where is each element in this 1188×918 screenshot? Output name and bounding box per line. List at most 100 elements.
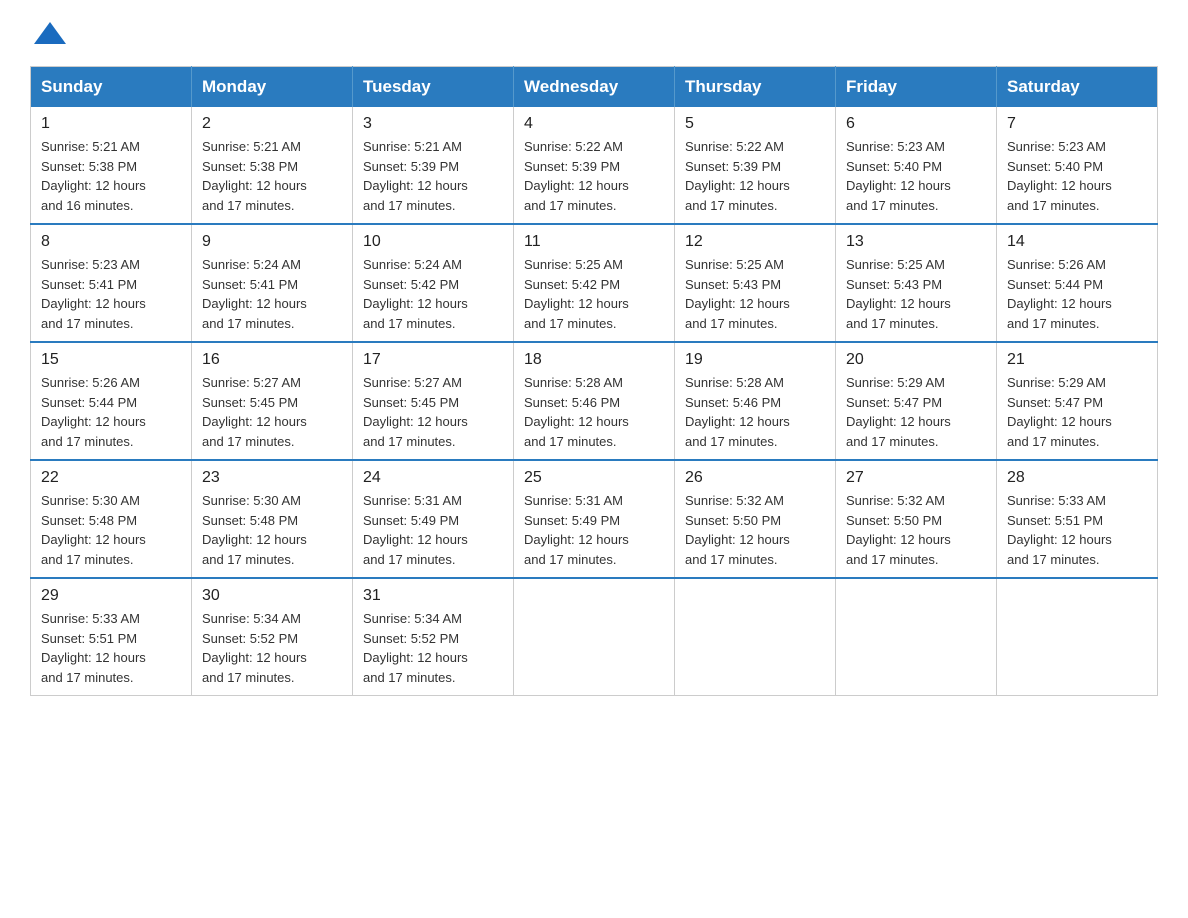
day-number: 12 [685, 233, 825, 251]
calendar-table: SundayMondayTuesdayWednesdayThursdayFrid… [30, 66, 1158, 696]
calendar-cell: 8 Sunrise: 5:23 AM Sunset: 5:41 PM Dayli… [31, 224, 192, 342]
day-number: 7 [1007, 115, 1147, 133]
day-number: 2 [202, 115, 342, 133]
day-info: Sunrise: 5:29 AM Sunset: 5:47 PM Dayligh… [846, 373, 986, 451]
calendar-cell [836, 578, 997, 696]
day-info: Sunrise: 5:25 AM Sunset: 5:43 PM Dayligh… [685, 255, 825, 333]
calendar-cell: 22 Sunrise: 5:30 AM Sunset: 5:48 PM Dayl… [31, 460, 192, 578]
day-info: Sunrise: 5:28 AM Sunset: 5:46 PM Dayligh… [524, 373, 664, 451]
day-info: Sunrise: 5:22 AM Sunset: 5:39 PM Dayligh… [685, 137, 825, 215]
day-number: 18 [524, 351, 664, 369]
day-number: 19 [685, 351, 825, 369]
day-info: Sunrise: 5:26 AM Sunset: 5:44 PM Dayligh… [41, 373, 181, 451]
day-info: Sunrise: 5:25 AM Sunset: 5:43 PM Dayligh… [846, 255, 986, 333]
day-number: 1 [41, 115, 181, 133]
calendar-cell: 30 Sunrise: 5:34 AM Sunset: 5:52 PM Dayl… [192, 578, 353, 696]
day-info: Sunrise: 5:33 AM Sunset: 5:51 PM Dayligh… [1007, 491, 1147, 569]
day-info: Sunrise: 5:24 AM Sunset: 5:42 PM Dayligh… [363, 255, 503, 333]
day-info: Sunrise: 5:34 AM Sunset: 5:52 PM Dayligh… [363, 609, 503, 687]
calendar-cell: 15 Sunrise: 5:26 AM Sunset: 5:44 PM Dayl… [31, 342, 192, 460]
calendar-cell: 11 Sunrise: 5:25 AM Sunset: 5:42 PM Dayl… [514, 224, 675, 342]
calendar-cell: 16 Sunrise: 5:27 AM Sunset: 5:45 PM Dayl… [192, 342, 353, 460]
calendar-cell: 23 Sunrise: 5:30 AM Sunset: 5:48 PM Dayl… [192, 460, 353, 578]
day-number: 6 [846, 115, 986, 133]
day-info: Sunrise: 5:33 AM Sunset: 5:51 PM Dayligh… [41, 609, 181, 687]
calendar-cell [514, 578, 675, 696]
calendar-header-sunday: Sunday [31, 67, 192, 108]
day-number: 31 [363, 587, 503, 605]
calendar-cell: 1 Sunrise: 5:21 AM Sunset: 5:38 PM Dayli… [31, 107, 192, 224]
day-number: 27 [846, 469, 986, 487]
calendar-cell: 6 Sunrise: 5:23 AM Sunset: 5:40 PM Dayli… [836, 107, 997, 224]
day-number: 24 [363, 469, 503, 487]
day-number: 28 [1007, 469, 1147, 487]
day-number: 10 [363, 233, 503, 251]
day-info: Sunrise: 5:26 AM Sunset: 5:44 PM Dayligh… [1007, 255, 1147, 333]
day-info: Sunrise: 5:27 AM Sunset: 5:45 PM Dayligh… [202, 373, 342, 451]
day-info: Sunrise: 5:27 AM Sunset: 5:45 PM Dayligh… [363, 373, 503, 451]
day-number: 23 [202, 469, 342, 487]
page-header [30, 20, 1158, 46]
day-number: 16 [202, 351, 342, 369]
calendar-cell: 29 Sunrise: 5:33 AM Sunset: 5:51 PM Dayl… [31, 578, 192, 696]
calendar-cell: 31 Sunrise: 5:34 AM Sunset: 5:52 PM Dayl… [353, 578, 514, 696]
calendar-cell: 3 Sunrise: 5:21 AM Sunset: 5:39 PM Dayli… [353, 107, 514, 224]
day-number: 29 [41, 587, 181, 605]
calendar-cell [997, 578, 1158, 696]
day-info: Sunrise: 5:25 AM Sunset: 5:42 PM Dayligh… [524, 255, 664, 333]
calendar-cell: 26 Sunrise: 5:32 AM Sunset: 5:50 PM Dayl… [675, 460, 836, 578]
calendar-cell: 17 Sunrise: 5:27 AM Sunset: 5:45 PM Dayl… [353, 342, 514, 460]
day-number: 14 [1007, 233, 1147, 251]
day-number: 13 [846, 233, 986, 251]
calendar-cell: 13 Sunrise: 5:25 AM Sunset: 5:43 PM Dayl… [836, 224, 997, 342]
day-number: 15 [41, 351, 181, 369]
calendar-cell: 4 Sunrise: 5:22 AM Sunset: 5:39 PM Dayli… [514, 107, 675, 224]
day-number: 20 [846, 351, 986, 369]
day-number: 21 [1007, 351, 1147, 369]
day-info: Sunrise: 5:23 AM Sunset: 5:40 PM Dayligh… [1007, 137, 1147, 215]
day-info: Sunrise: 5:34 AM Sunset: 5:52 PM Dayligh… [202, 609, 342, 687]
calendar-header-saturday: Saturday [997, 67, 1158, 108]
calendar-cell: 20 Sunrise: 5:29 AM Sunset: 5:47 PM Dayl… [836, 342, 997, 460]
calendar-cell: 27 Sunrise: 5:32 AM Sunset: 5:50 PM Dayl… [836, 460, 997, 578]
day-number: 5 [685, 115, 825, 133]
calendar-cell: 21 Sunrise: 5:29 AM Sunset: 5:47 PM Dayl… [997, 342, 1158, 460]
calendar-week-row: 29 Sunrise: 5:33 AM Sunset: 5:51 PM Dayl… [31, 578, 1158, 696]
day-number: 30 [202, 587, 342, 605]
calendar-header-thursday: Thursday [675, 67, 836, 108]
day-number: 17 [363, 351, 503, 369]
day-info: Sunrise: 5:32 AM Sunset: 5:50 PM Dayligh… [685, 491, 825, 569]
calendar-cell: 12 Sunrise: 5:25 AM Sunset: 5:43 PM Dayl… [675, 224, 836, 342]
day-info: Sunrise: 5:23 AM Sunset: 5:41 PM Dayligh… [41, 255, 181, 333]
calendar-cell: 24 Sunrise: 5:31 AM Sunset: 5:49 PM Dayl… [353, 460, 514, 578]
calendar-header-friday: Friday [836, 67, 997, 108]
day-info: Sunrise: 5:30 AM Sunset: 5:48 PM Dayligh… [41, 491, 181, 569]
day-info: Sunrise: 5:29 AM Sunset: 5:47 PM Dayligh… [1007, 373, 1147, 451]
calendar-header-monday: Monday [192, 67, 353, 108]
day-number: 22 [41, 469, 181, 487]
day-number: 25 [524, 469, 664, 487]
calendar-cell: 9 Sunrise: 5:24 AM Sunset: 5:41 PM Dayli… [192, 224, 353, 342]
calendar-cell: 19 Sunrise: 5:28 AM Sunset: 5:46 PM Dayl… [675, 342, 836, 460]
calendar-week-row: 22 Sunrise: 5:30 AM Sunset: 5:48 PM Dayl… [31, 460, 1158, 578]
day-info: Sunrise: 5:31 AM Sunset: 5:49 PM Dayligh… [524, 491, 664, 569]
calendar-cell: 7 Sunrise: 5:23 AM Sunset: 5:40 PM Dayli… [997, 107, 1158, 224]
calendar-header-row: SundayMondayTuesdayWednesdayThursdayFrid… [31, 67, 1158, 108]
calendar-cell: 5 Sunrise: 5:22 AM Sunset: 5:39 PM Dayli… [675, 107, 836, 224]
day-info: Sunrise: 5:32 AM Sunset: 5:50 PM Dayligh… [846, 491, 986, 569]
day-number: 9 [202, 233, 342, 251]
calendar-cell: 10 Sunrise: 5:24 AM Sunset: 5:42 PM Dayl… [353, 224, 514, 342]
day-number: 8 [41, 233, 181, 251]
day-number: 11 [524, 233, 664, 251]
day-number: 4 [524, 115, 664, 133]
day-info: Sunrise: 5:21 AM Sunset: 5:38 PM Dayligh… [41, 137, 181, 215]
calendar-cell: 25 Sunrise: 5:31 AM Sunset: 5:49 PM Dayl… [514, 460, 675, 578]
calendar-header-tuesday: Tuesday [353, 67, 514, 108]
day-info: Sunrise: 5:21 AM Sunset: 5:39 PM Dayligh… [363, 137, 503, 215]
logo-arrow-icon [32, 20, 68, 48]
day-number: 26 [685, 469, 825, 487]
calendar-week-row: 8 Sunrise: 5:23 AM Sunset: 5:41 PM Dayli… [31, 224, 1158, 342]
day-info: Sunrise: 5:24 AM Sunset: 5:41 PM Dayligh… [202, 255, 342, 333]
calendar-cell: 2 Sunrise: 5:21 AM Sunset: 5:38 PM Dayli… [192, 107, 353, 224]
logo [30, 20, 70, 46]
